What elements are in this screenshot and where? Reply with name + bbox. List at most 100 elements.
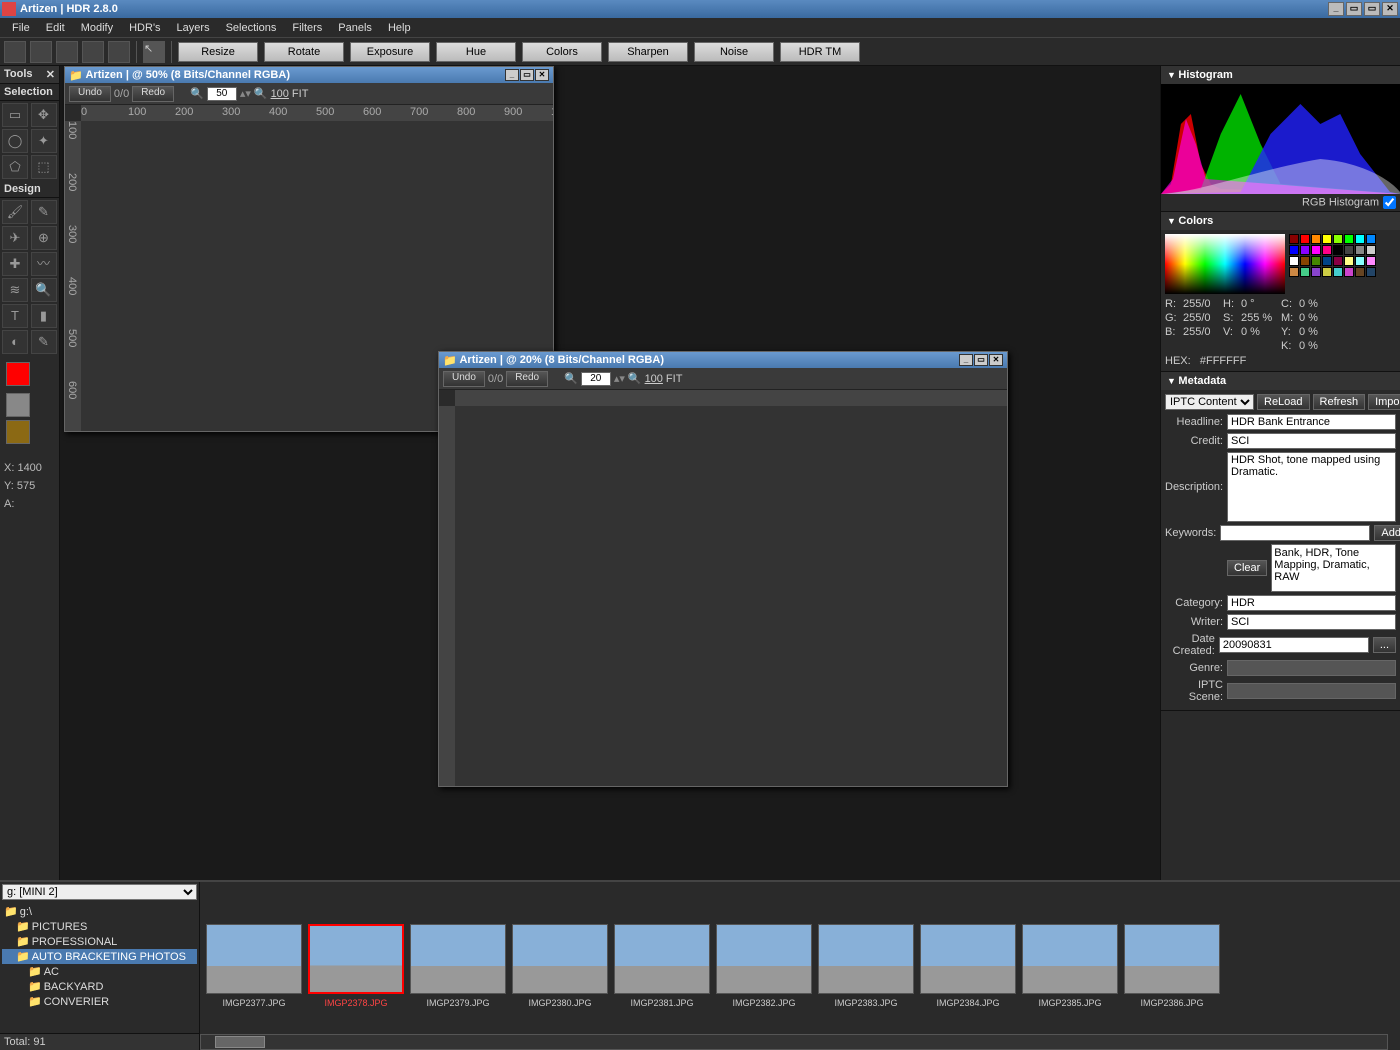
pencil-tool[interactable]: ✎ bbox=[31, 200, 57, 224]
clone-tool[interactable]: ⊕ bbox=[31, 226, 57, 250]
keywords-input[interactable] bbox=[1220, 525, 1370, 541]
zoom-in-icon[interactable]: 🔍 bbox=[254, 87, 268, 100]
doc2-max[interactable]: ▭ bbox=[974, 354, 988, 366]
clear-keywords-button[interactable]: Clear bbox=[1227, 560, 1267, 576]
fg-swatch[interactable] bbox=[6, 362, 30, 386]
select-tool[interactable]: ▭ bbox=[2, 103, 28, 127]
zoom-out-icon[interactable]: 🔍 bbox=[190, 87, 204, 100]
thumbnail[interactable]: IMGP2384.JPG bbox=[920, 924, 1016, 1008]
doc1-zoom[interactable] bbox=[207, 87, 237, 101]
zoom-stepper-icon[interactable]: ▴▾ bbox=[240, 87, 251, 100]
palette[interactable] bbox=[1289, 234, 1376, 294]
fill-tool[interactable]: ▮ bbox=[31, 304, 57, 328]
thumbnail[interactable]: IMGP2386.JPG bbox=[1124, 924, 1220, 1008]
camera-icon[interactable] bbox=[82, 41, 104, 63]
heal-tool[interactable]: ✚ bbox=[2, 252, 28, 276]
thumbnail[interactable]: IMGP2383.JPG bbox=[818, 924, 914, 1008]
doc2-image[interactable] bbox=[455, 406, 1007, 786]
document-window-2[interactable]: 📁 Artizen | @ 20% (8 Bits/Channel RGBA) … bbox=[438, 351, 1008, 787]
exposure-button[interactable]: Exposure bbox=[350, 42, 430, 62]
menu-file[interactable]: File bbox=[4, 20, 38, 36]
genre-input[interactable] bbox=[1227, 660, 1396, 676]
doc2-fit[interactable]: FIT bbox=[666, 373, 683, 385]
wand-tool[interactable]: ✦ bbox=[31, 129, 57, 153]
rotate-button[interactable]: Rotate bbox=[264, 42, 344, 62]
doc2-zoom100[interactable]: 100 bbox=[645, 373, 663, 385]
credit-input[interactable] bbox=[1227, 433, 1396, 449]
restore-button[interactable]: ▭ bbox=[1346, 2, 1362, 16]
folder-pictures[interactable]: 📁PICTURES bbox=[2, 919, 197, 934]
metadata-type-select[interactable]: IPTC Content bbox=[1165, 394, 1254, 410]
move-tool[interactable]: ✥ bbox=[31, 103, 57, 127]
histogram-header[interactable]: Histogram bbox=[1161, 66, 1400, 84]
airbrush-tool[interactable]: ✈ bbox=[2, 226, 28, 250]
doc2-undo[interactable]: Undo bbox=[443, 371, 485, 387]
sharpen-button[interactable]: Sharpen bbox=[608, 42, 688, 62]
doc1-undo[interactable]: Undo bbox=[69, 86, 111, 102]
menu-edit[interactable]: Edit bbox=[38, 20, 73, 36]
smudge-tool[interactable]: 〰 bbox=[31, 252, 57, 276]
zoom-stepper-icon[interactable]: ▴▾ bbox=[614, 372, 625, 385]
noise-button[interactable]: Noise bbox=[694, 42, 774, 62]
menu-layers[interactable]: Layers bbox=[169, 20, 218, 36]
metadata-header[interactable]: Metadata bbox=[1161, 372, 1400, 390]
brush-tool[interactable]: 🖌 bbox=[2, 200, 28, 224]
thumbnail[interactable]: IMGP2381.JPG bbox=[614, 924, 710, 1008]
folder-auto-bracketing-photos[interactable]: 📁AUTO BRACKETING PHOTOS bbox=[2, 949, 197, 964]
folder-professional[interactable]: 📁PROFESSIONAL bbox=[2, 934, 197, 949]
blur-tool[interactable]: ≋ bbox=[2, 278, 28, 302]
thumb-scrollbar[interactable] bbox=[200, 1034, 1388, 1050]
date-picker-button[interactable]: ... bbox=[1373, 637, 1396, 653]
colors-header[interactable]: Colors bbox=[1161, 212, 1400, 230]
pointer-icon[interactable]: ↖ bbox=[143, 41, 165, 63]
refresh-button[interactable]: Refresh bbox=[1313, 394, 1366, 410]
restore-button-2[interactable]: ▭ bbox=[1364, 2, 1380, 16]
folder-backyard[interactable]: 📁BACKYARD bbox=[2, 979, 197, 994]
thumbnail[interactable]: IMGP2378.JPG bbox=[308, 924, 404, 1008]
menu-help[interactable]: Help bbox=[380, 20, 419, 36]
zoom-tool[interactable]: 🔍 bbox=[31, 278, 57, 302]
doc2-zoom[interactable] bbox=[581, 372, 611, 386]
hue-button[interactable]: Hue bbox=[436, 42, 516, 62]
category-input[interactable] bbox=[1227, 595, 1396, 611]
doc1-redo[interactable]: Redo bbox=[132, 86, 174, 102]
pattern-swatch[interactable] bbox=[6, 420, 30, 444]
desc-input[interactable] bbox=[1227, 452, 1396, 522]
doc1-fit[interactable]: FIT bbox=[292, 88, 309, 100]
crop-tool[interactable]: ⬚ bbox=[31, 155, 57, 179]
doc1-close[interactable]: ✕ bbox=[535, 69, 549, 81]
doc1-zoom100[interactable]: 100 bbox=[271, 88, 289, 100]
date-input[interactable] bbox=[1219, 637, 1369, 653]
thumbnail[interactable]: IMGP2382.JPG bbox=[716, 924, 812, 1008]
add-keyword-button[interactable]: Add bbox=[1374, 525, 1400, 541]
text-tool[interactable]: T bbox=[2, 304, 28, 328]
menu-selections[interactable]: Selections bbox=[218, 20, 285, 36]
doc2-redo[interactable]: Redo bbox=[506, 371, 548, 387]
print-icon[interactable] bbox=[108, 41, 130, 63]
bg-swatch[interactable] bbox=[6, 393, 30, 417]
menu-hdr's[interactable]: HDR's bbox=[121, 20, 168, 36]
gradient-tool[interactable]: ◐ bbox=[2, 330, 28, 354]
close-button[interactable]: ✕ bbox=[1382, 2, 1398, 16]
minimize-button[interactable]: _ bbox=[1328, 2, 1344, 16]
polygon-tool[interactable]: ⬠ bbox=[2, 155, 28, 179]
folder-converier[interactable]: 📁CONVERIER bbox=[2, 994, 197, 1009]
close-panel-icon[interactable]: ✕ bbox=[46, 68, 55, 81]
drive-select[interactable]: g: [MINI 2] bbox=[2, 884, 197, 900]
zoom-in-icon[interactable]: 🔍 bbox=[628, 372, 642, 385]
open-icon[interactable] bbox=[30, 41, 52, 63]
thumbnail[interactable]: IMGP2379.JPG bbox=[410, 924, 506, 1008]
doc1-max[interactable]: ▭ bbox=[520, 69, 534, 81]
import-button[interactable]: Import bbox=[1368, 394, 1400, 410]
doc1-min[interactable]: _ bbox=[505, 69, 519, 81]
new-icon[interactable] bbox=[4, 41, 26, 63]
colors-button[interactable]: Colors bbox=[522, 42, 602, 62]
hdr-tm-button[interactable]: HDR TM bbox=[780, 42, 860, 62]
menu-panels[interactable]: Panels bbox=[330, 20, 380, 36]
doc2-close[interactable]: ✕ bbox=[989, 354, 1003, 366]
zoom-out-icon[interactable]: 🔍 bbox=[564, 372, 578, 385]
histogram-toggle[interactable] bbox=[1383, 196, 1396, 209]
folder-tree[interactable]: 📁g:\📁PICTURES📁PROFESSIONAL📁AUTO BRACKETI… bbox=[0, 902, 199, 1033]
lasso-tool[interactable]: ◯ bbox=[2, 129, 28, 153]
scene-input[interactable] bbox=[1227, 683, 1396, 699]
